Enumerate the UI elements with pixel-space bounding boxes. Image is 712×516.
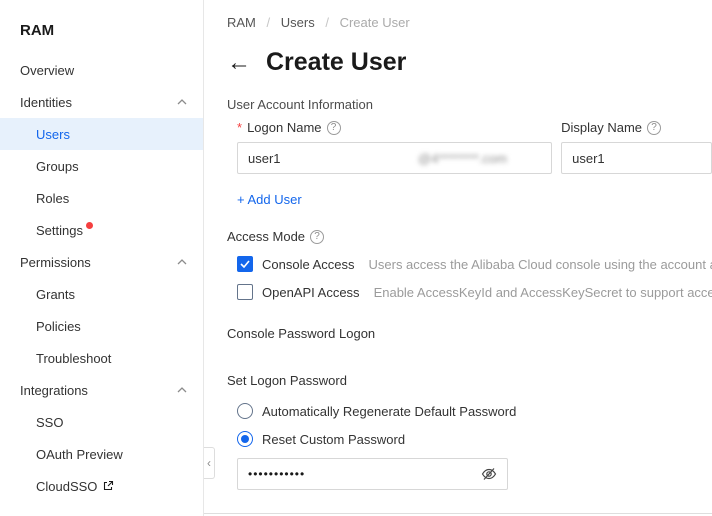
openapi-access-label: OpenAPI Access xyxy=(262,285,360,300)
sidebar-item-overview[interactable]: Overview xyxy=(0,54,203,86)
access-mode-label: Access Mode xyxy=(227,229,305,244)
sidebar-item-sso[interactable]: SSO xyxy=(0,406,203,438)
section-title-user-account: User Account Information xyxy=(227,97,712,112)
sidebar-item-label: OAuth Preview xyxy=(36,447,123,462)
sidebar-item-grants[interactable]: Grants xyxy=(0,278,203,310)
access-mode-label-row: Access Mode ? xyxy=(227,229,712,244)
chevron-up-icon xyxy=(177,387,187,393)
sidebar-item-label: CloudSSO xyxy=(36,479,97,494)
auto-password-radio[interactable] xyxy=(237,403,253,419)
add-user-link[interactable]: + Add User xyxy=(237,192,302,207)
openapi-access-checkbox[interactable] xyxy=(237,284,253,300)
logon-name-input[interactable]: user1 @4********.com xyxy=(237,142,552,174)
logon-name-field: * Logon Name ? user1 @4********.com xyxy=(237,120,552,174)
page-header: ← Create User xyxy=(227,48,712,77)
sidebar-collapse-handle[interactable]: ‹ xyxy=(204,447,215,479)
sidebar-item-label: Grants xyxy=(36,287,75,302)
back-button[interactable]: ← xyxy=(227,51,251,75)
notification-dot xyxy=(86,222,93,229)
sidebar-item-permissions[interactable]: Permissions xyxy=(0,246,203,278)
footer-divider xyxy=(204,513,712,514)
sidebar-item-label: Identities xyxy=(20,95,72,110)
sidebar-item-policies[interactable]: Policies xyxy=(0,310,203,342)
sidebar-item-settings[interactable]: Settings xyxy=(0,214,203,246)
name-fields-row: * Logon Name ? user1 @4********.com Disp… xyxy=(237,120,712,174)
sidebar-item-label: Groups xyxy=(36,159,79,174)
set-logon-password-label: Set Logon Password xyxy=(227,373,712,388)
breadcrumb-ram[interactable]: RAM xyxy=(227,15,256,30)
auto-password-label: Automatically Regenerate Default Passwor… xyxy=(262,404,516,419)
sidebar-item-integrations[interactable]: Integrations xyxy=(0,374,203,406)
page-title: Create User xyxy=(266,48,406,77)
breadcrumb-separator: / xyxy=(267,15,271,30)
sidebar-item-label: Policies xyxy=(36,319,81,334)
openapi-access-row: OpenAPI Access Enable AccessKeyId and Ac… xyxy=(237,284,712,300)
eye-slash-icon[interactable] xyxy=(481,466,497,482)
logon-name-value: user1 xyxy=(248,151,281,166)
sidebar-item-roles[interactable]: Roles xyxy=(0,182,203,214)
sidebar: RAM Overview Identities Users Groups Rol… xyxy=(0,0,204,516)
console-password-logon-label: Console Password Logon xyxy=(227,326,712,341)
sidebar-item-label: SSO xyxy=(36,415,63,430)
auto-password-radio-row: Automatically Regenerate Default Passwor… xyxy=(237,403,712,419)
sidebar-item-users[interactable]: Users xyxy=(0,118,203,150)
display-name-input[interactable]: user1 xyxy=(561,142,712,174)
sidebar-item-label: Settings xyxy=(36,223,83,238)
sidebar-item-label: Roles xyxy=(36,191,69,206)
custom-password-radio-row: Reset Custom Password xyxy=(237,431,712,447)
sidebar-item-label: Overview xyxy=(20,63,74,78)
sidebar-item-label: Troubleshoot xyxy=(36,351,111,366)
sidebar-item-identities[interactable]: Identities xyxy=(0,86,203,118)
breadcrumb-create-user: Create User xyxy=(340,15,410,30)
check-icon xyxy=(240,260,250,268)
sidebar-item-label: Integrations xyxy=(20,383,88,398)
help-icon[interactable]: ? xyxy=(310,230,324,244)
sidebar-item-troubleshoot[interactable]: Troubleshoot xyxy=(0,342,203,374)
main-content: RAM / Users / Create User ← Create User … xyxy=(204,0,712,516)
custom-password-radio[interactable] xyxy=(237,431,253,447)
sidebar-item-cloudsso[interactable]: CloudSSO xyxy=(0,470,203,502)
chevron-up-icon xyxy=(177,259,187,265)
chevron-up-icon xyxy=(177,99,187,105)
help-icon[interactable]: ? xyxy=(647,121,661,135)
display-name-label: Display Name xyxy=(561,120,642,135)
sidebar-title: RAM xyxy=(0,0,203,39)
sidebar-item-label: Permissions xyxy=(20,255,91,270)
password-value: ••••••••••• xyxy=(248,467,305,481)
custom-password-label: Reset Custom Password xyxy=(262,432,405,447)
sidebar-item-groups[interactable]: Groups xyxy=(0,150,203,182)
breadcrumb: RAM / Users / Create User xyxy=(227,15,712,30)
console-access-row: Console Access Users access the Alibaba … xyxy=(237,256,712,272)
console-access-description: Users access the Alibaba Cloud console u… xyxy=(369,257,712,272)
console-access-checkbox[interactable] xyxy=(237,256,253,272)
breadcrumb-separator: / xyxy=(325,15,329,30)
external-link-icon xyxy=(102,480,114,492)
openapi-access-description: Enable AccessKeyId and AccessKeySecret t… xyxy=(374,285,712,300)
password-input[interactable]: ••••••••••• xyxy=(237,458,508,490)
console-access-label: Console Access xyxy=(262,257,355,272)
logon-name-label: Logon Name xyxy=(247,120,321,135)
display-name-value: user1 xyxy=(572,151,605,166)
collapse-chevron-icon: ‹ xyxy=(207,456,211,470)
breadcrumb-users[interactable]: Users xyxy=(281,15,315,30)
sidebar-item-label: Users xyxy=(36,127,70,142)
email-domain-redacted: @4********.com xyxy=(410,149,515,168)
display-name-field: Display Name ? user1 xyxy=(561,120,712,174)
sidebar-item-oauth-preview[interactable]: OAuth Preview xyxy=(0,438,203,470)
required-asterisk: * xyxy=(237,120,242,135)
help-icon[interactable]: ? xyxy=(327,121,341,135)
